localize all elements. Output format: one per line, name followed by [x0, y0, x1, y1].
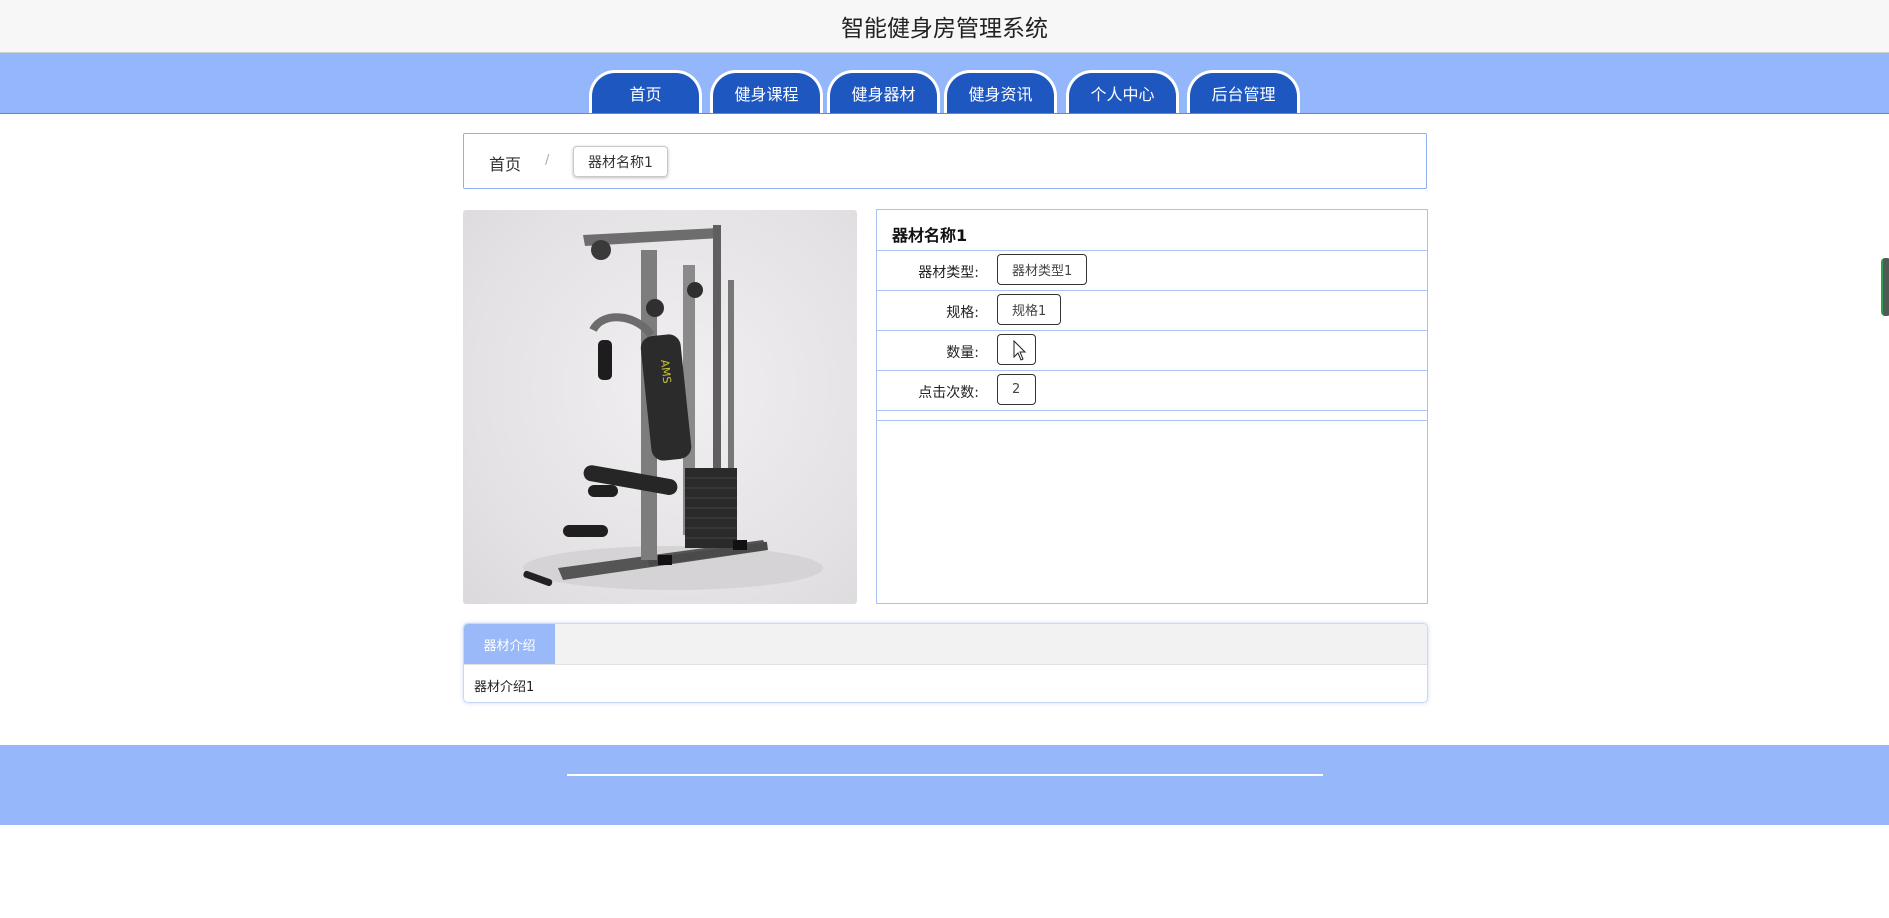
divider — [877, 420, 1427, 421]
equipment-intro-panel: 器材介绍 器材介绍1 — [463, 623, 1428, 703]
divider — [877, 330, 1427, 331]
intro-tab-bar: 器材介绍 — [464, 624, 1427, 665]
spec-value: 规格1 — [997, 294, 1062, 325]
footer — [0, 745, 1889, 825]
footer-divider — [567, 774, 1323, 776]
breadcrumb-separator: / — [545, 153, 550, 168]
home-gym-machine-illustration: AMS — [523, 225, 823, 590]
breadcrumb: 首页 / 器材名称1 — [463, 133, 1427, 189]
intro-text: 器材介绍1 — [474, 680, 535, 695]
svg-text:AMS: AMS — [658, 359, 673, 384]
nav-tab-courses[interactable]: 健身课程 — [710, 70, 823, 113]
click-count-label: 点击次数: — [918, 385, 979, 401]
top-header: 智能健身房管理系统 — [0, 0, 1889, 53]
type-value: 器材类型1 — [997, 254, 1088, 285]
site-title: 智能健身房管理系统 — [841, 16, 1048, 42]
nav-tab-home[interactable]: 首页 — [589, 70, 702, 113]
type-label: 器材类型: — [918, 265, 979, 281]
equipment-image: AMS — [463, 210, 857, 604]
nav-tab-news[interactable]: 健身资讯 — [944, 70, 1057, 113]
breadcrumb-current: 器材名称1 — [573, 146, 668, 177]
divider — [877, 250, 1427, 251]
quantity-label: 数量: — [946, 345, 979, 361]
nav-tab-profile[interactable]: 个人中心 — [1066, 70, 1179, 113]
nav-tab-equipment[interactable]: 健身器材 — [827, 70, 940, 113]
breadcrumb-home-link[interactable]: 首页 — [489, 151, 521, 175]
spec-label: 规格: — [946, 305, 979, 321]
nav-tab-admin[interactable]: 后台管理 — [1187, 70, 1300, 113]
divider — [877, 410, 1427, 411]
main-nav: 首页 健身课程 健身器材 健身资讯 个人中心 后台管理 — [0, 53, 1889, 114]
divider — [877, 290, 1427, 291]
scrollbar-thumb[interactable] — [1881, 258, 1889, 316]
equipment-name: 器材名称1 — [892, 226, 968, 245]
equipment-details-panel: 器材名称1 器材类型: 器材类型1 规格: 规格1 数量: 点击次数: 2 — [876, 209, 1428, 604]
mouse-cursor-icon — [1013, 340, 1027, 361]
divider — [877, 370, 1427, 371]
tab-equipment-intro[interactable]: 器材介绍 — [464, 624, 555, 664]
click-count-value: 2 — [997, 374, 1036, 405]
